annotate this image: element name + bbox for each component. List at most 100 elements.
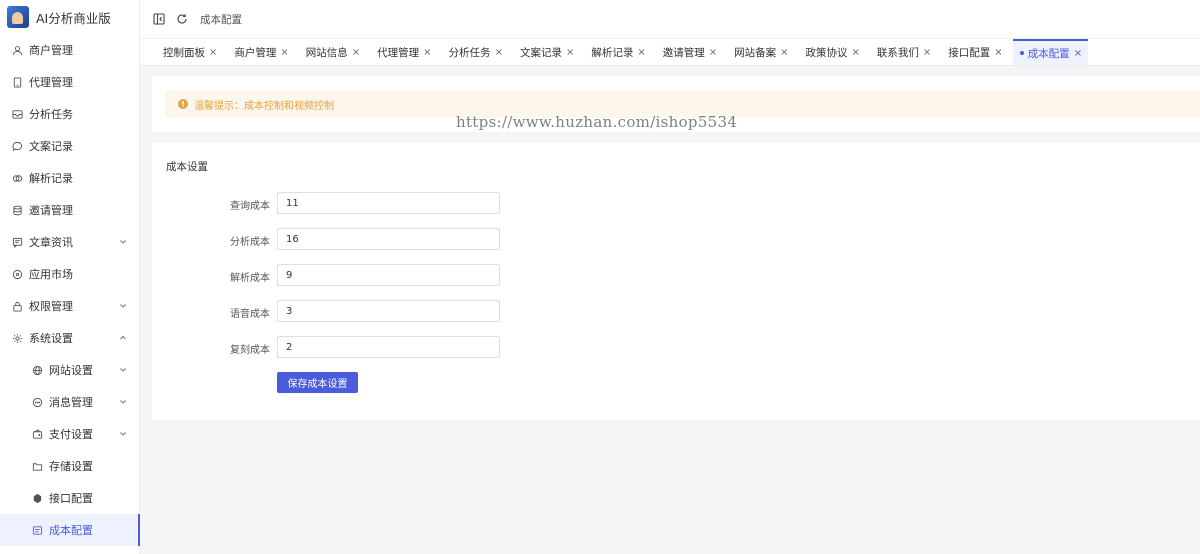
- lock-icon: [11, 300, 23, 312]
- topbar: 成本配置: [140, 0, 1200, 38]
- form-row: 语音成本: [152, 300, 512, 322]
- close-icon[interactable]: ×: [852, 47, 860, 58]
- tab-label: 接口配置: [948, 46, 991, 59]
- sidebar-item-label: 应用市场: [29, 268, 73, 281]
- tab-label: 网站备案: [734, 46, 777, 59]
- sidebar-item-label: 消息管理: [49, 396, 93, 409]
- tab-bar: 控制面板 × 商户管理 × 网站信息 × 代理管理 × 分析任务 × 文案记录 × 解析记录 × 邀请管理 ×…: [140, 38, 1200, 66]
- tab-12[interactable]: 成本配置 ×: [1012, 39, 1089, 65]
- tab-0[interactable]: 控制面板 ×: [156, 39, 223, 65]
- inbox-icon: [11, 108, 23, 120]
- folder-icon: [31, 460, 43, 472]
- field-label: 复刻成本: [230, 345, 270, 356]
- cost-input-2[interactable]: [277, 264, 500, 286]
- sidebar-item-label: 权限管理: [29, 300, 73, 313]
- save-cost-settings-button[interactable]: 保存成本设置: [277, 372, 358, 393]
- field-label: 解析成本: [230, 273, 270, 284]
- tab-8[interactable]: 网站备案 ×: [727, 39, 794, 65]
- chevron-down-icon: [118, 301, 128, 311]
- sidebar-item-2[interactable]: 分析任务: [0, 98, 139, 130]
- field-label: 语音成本: [230, 309, 270, 320]
- sidebar-item-7[interactable]: 应用市场: [0, 258, 139, 290]
- tab-label: 成本配置: [1027, 47, 1070, 60]
- sidebar-item-label: 接口配置: [49, 492, 93, 505]
- active-dot-icon: [1019, 51, 1024, 55]
- tab-7[interactable]: 邀请管理 ×: [656, 39, 723, 65]
- sidebar-item-label: 支付设置: [49, 428, 93, 441]
- field-label: 查询成本: [230, 201, 270, 212]
- sidebar-item-label: 系统设置: [29, 332, 73, 345]
- brand[interactable]: AI分析商业版: [0, 0, 139, 34]
- form-row: 查询成本: [152, 192, 512, 214]
- watermark: https://www.huzhan.com/ishop5534: [456, 113, 738, 131]
- tab-5[interactable]: 文案记录 ×: [513, 39, 580, 65]
- sidebar-subitem-3[interactable]: 存储设置: [0, 450, 139, 482]
- sidebar-item-6[interactable]: 文章资讯: [0, 226, 139, 258]
- tab-3[interactable]: 代理管理 ×: [370, 39, 437, 65]
- sidebar-subitem-2[interactable]: 支付设置: [0, 418, 139, 450]
- gear-icon: [11, 332, 23, 344]
- database-icon: [11, 204, 23, 216]
- sidebar-subitem-1[interactable]: 消息管理: [0, 386, 139, 418]
- chevron-down-icon: [118, 429, 128, 439]
- sidebar-menu: 商户管理代理管理分析任务文案记录 解析记录邀请管理文章资讯应用市场权限管理系统设置…: [0, 34, 140, 546]
- sidebar-item-label: 分析任务: [29, 108, 73, 121]
- tab-label: 联系我们: [876, 46, 919, 59]
- tab-10[interactable]: 联系我们 ×: [870, 39, 937, 65]
- tab-9[interactable]: 政策协议 ×: [799, 39, 866, 65]
- close-icon[interactable]: ×: [923, 47, 931, 58]
- apps-icon: [11, 268, 23, 280]
- close-icon[interactable]: ×: [209, 47, 217, 58]
- link-icon: [11, 172, 23, 184]
- sidebar-item-label: 成本配置: [49, 524, 93, 537]
- cost-input-4[interactable]: [277, 336, 500, 358]
- collapse-sidebar-icon[interactable]: [152, 12, 166, 26]
- tab-label: 商户管理: [234, 46, 277, 59]
- cost-input-1[interactable]: [277, 228, 500, 250]
- sidebar-item-9[interactable]: 系统设置: [0, 322, 139, 354]
- sidebar-item-0[interactable]: 商户管理: [0, 34, 139, 66]
- chevron-down-icon: [118, 397, 128, 407]
- sidebar-item-label: 邀请管理: [29, 204, 73, 217]
- close-icon[interactable]: ×: [780, 47, 788, 58]
- tab-4[interactable]: 分析任务 ×: [442, 39, 509, 65]
- sidebar-subitem-0[interactable]: 网站设置: [0, 354, 139, 386]
- tab-label: 代理管理: [377, 46, 420, 59]
- tab-label: 政策协议: [805, 46, 848, 59]
- sidebar-subitem-4[interactable]: 接口配置: [0, 482, 139, 514]
- cost-input-0[interactable]: [277, 192, 500, 214]
- field-label: 分析成本: [230, 237, 270, 248]
- close-icon[interactable]: ×: [637, 47, 645, 58]
- close-icon[interactable]: ×: [566, 47, 574, 58]
- close-icon[interactable]: ×: [709, 47, 717, 58]
- sidebar-item-8[interactable]: 权限管理: [0, 290, 139, 322]
- sidebar-item-3[interactable]: 文案记录: [0, 130, 139, 162]
- tab-label: 文案记录: [519, 46, 562, 59]
- tab-11[interactable]: 接口配置 ×: [941, 39, 1008, 65]
- tab-1[interactable]: 商户管理 ×: [227, 39, 294, 65]
- close-icon[interactable]: ×: [423, 47, 431, 58]
- tab-label: 控制面板: [163, 46, 205, 59]
- sidebar-item-1[interactable]: 代理管理: [0, 66, 139, 98]
- close-icon[interactable]: ×: [1074, 48, 1082, 59]
- section-title: 成本设置: [166, 161, 208, 173]
- sidebar-item-label: 网站设置: [49, 364, 93, 377]
- close-icon[interactable]: ×: [495, 47, 503, 58]
- cost-input-3[interactable]: [277, 300, 500, 322]
- sidebar-item-4[interactable]: 解析记录: [0, 162, 139, 194]
- close-icon[interactable]: ×: [352, 47, 360, 58]
- sidebar-subitem-5[interactable]: 成本配置: [0, 514, 140, 546]
- user-icon: [11, 44, 23, 56]
- wallet-icon: [31, 428, 43, 440]
- tab-label: 解析记录: [591, 46, 634, 59]
- tab-2[interactable]: 网站信息 ×: [299, 39, 366, 65]
- close-icon[interactable]: ×: [994, 47, 1002, 58]
- sidebar-item-5[interactable]: 邀请管理: [0, 194, 139, 226]
- sidebar-item-label: 代理管理: [29, 76, 73, 89]
- sidebar-item-label: 文章资讯: [29, 236, 73, 249]
- sidebar: AI分析商业版 商户管理代理管理分析任务文案记录 解析记录邀请管理文章资讯应用市场…: [0, 0, 140, 554]
- tab-6[interactable]: 解析记录 ×: [584, 39, 651, 65]
- close-icon[interactable]: ×: [280, 47, 288, 58]
- message-icon: [11, 236, 23, 248]
- refresh-icon[interactable]: [175, 12, 189, 26]
